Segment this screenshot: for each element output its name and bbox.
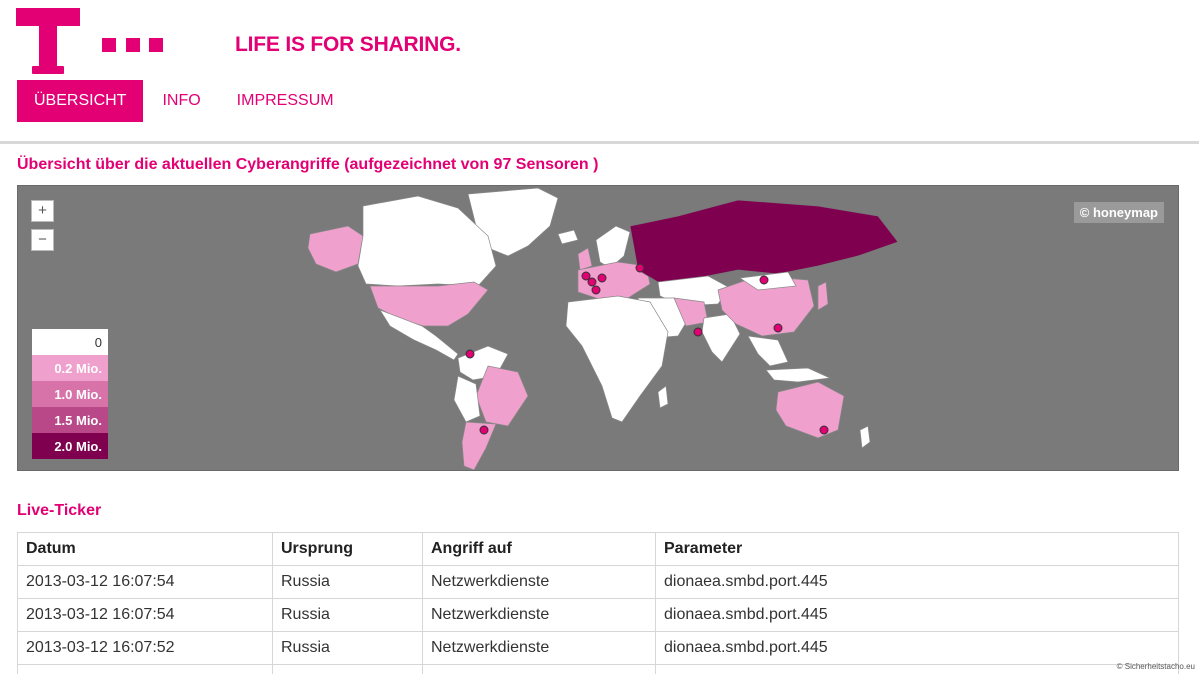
cell-ursprung: Russia <box>272 631 423 665</box>
sensor-marker <box>587 277 597 287</box>
legend-item: 0 <box>32 329 108 355</box>
column-header-parameter: Parameter <box>655 532 1179 566</box>
cell-ursprung: Russia <box>272 598 423 632</box>
logo-t-stem <box>39 8 57 74</box>
sensor-marker <box>635 263 645 273</box>
country-africa <box>565 295 669 423</box>
cell-datum: 2013-03-12 16:07:54 <box>17 598 273 632</box>
country-new-zealand <box>859 425 871 449</box>
country-iceland <box>557 229 579 245</box>
logo-dot-1 <box>102 38 116 52</box>
cell-empty <box>655 664 1179 674</box>
country-japan <box>817 281 829 311</box>
country-argentina <box>461 421 497 470</box>
legend-item: 1.5 Mio. <box>32 407 108 433</box>
sensor-marker <box>465 349 475 359</box>
country-scandinavia <box>595 225 631 269</box>
image-credit: © Sicherheitstacho.eu <box>1116 662 1195 671</box>
nav-item-uebersicht[interactable]: ÜBERSICHT <box>17 80 144 122</box>
column-header-ursprung: Ursprung <box>272 532 423 566</box>
cell-ursprung: Russia <box>272 565 423 599</box>
cell-empty <box>272 664 423 674</box>
table-row: 2013-03-12 16:07:54 Russia Netzwerkdiens… <box>17 565 1179 599</box>
column-header-datum: Datum <box>17 532 273 566</box>
logo-dot-3 <box>149 38 163 52</box>
column-header-angriff: Angriff auf <box>422 532 656 566</box>
sensor-marker <box>581 271 591 281</box>
country-alaska <box>307 225 364 273</box>
sensor-marker <box>759 275 769 285</box>
table-row <box>17 664 1179 674</box>
sensor-marker <box>597 273 607 283</box>
cell-empty <box>17 664 273 674</box>
sensor-marker <box>693 327 703 337</box>
telekom-logo[interactable] <box>16 8 166 74</box>
legend-item: 0.2 Mio. <box>32 355 108 381</box>
sensor-marker <box>479 425 489 435</box>
sensor-marker <box>773 323 783 333</box>
table-header-row: Datum Ursprung Angriff auf Parameter <box>17 532 1179 566</box>
map-section-title: Übersicht über die aktuellen Cyberangrif… <box>17 156 599 173</box>
legend-item: 2.0 Mio. <box>32 433 108 459</box>
cell-empty <box>422 664 656 674</box>
cell-datum: 2013-03-12 16:07:52 <box>17 631 273 665</box>
cell-parameter: dionaea.smbd.port.445 <box>655 631 1179 665</box>
country-se-asia <box>747 335 789 367</box>
country-peru <box>453 375 481 423</box>
world-map <box>307 187 899 470</box>
table-row: 2013-03-12 16:07:54 Russia Netzwerkdiens… <box>17 598 1179 632</box>
nav-item-info[interactable]: INFO <box>145 80 217 122</box>
cell-parameter: dionaea.smbd.port.445 <box>655 598 1179 632</box>
ticker-table: Datum Ursprung Angriff auf Parameter 201… <box>17 532 1179 674</box>
table-row: 2013-03-12 16:07:52 Russia Netzwerkdiens… <box>17 631 1179 665</box>
ticker-title: Live-Ticker <box>17 502 102 519</box>
country-australia <box>775 381 845 439</box>
brand-tagline: LIFE IS FOR SHARING. <box>235 33 461 56</box>
cell-angriff: Netzwerkdienste <box>422 565 656 599</box>
sensor-marker <box>591 285 601 295</box>
country-madagascar <box>657 385 669 409</box>
sensor-marker <box>819 425 829 435</box>
logo-t-foot <box>32 66 64 74</box>
honeymap-attribution[interactable]: © honeymap <box>1073 202 1164 223</box>
nav-item-impressum[interactable]: IMPRESSUM <box>220 80 351 122</box>
country-indonesia <box>765 367 832 383</box>
country-russia <box>629 199 899 283</box>
main-nav: ÜBERSICHT INFO IMPRESSUM <box>17 80 351 122</box>
map-legend: 0 0.2 Mio. 1.0 Mio. 1.5 Mio. 2.0 Mio. <box>32 329 108 459</box>
logo-dot-2 <box>126 38 140 52</box>
header-divider <box>0 141 1199 144</box>
zoom-in-button[interactable]: + <box>31 200 54 222</box>
cell-angriff: Netzwerkdienste <box>422 631 656 665</box>
attack-map[interactable]: + − © honeymap 0 0.2 Mio. 1.0 Mio. 1.5 M… <box>17 185 1179 471</box>
country-uk <box>577 247 593 271</box>
legend-item: 1.0 Mio. <box>32 381 108 407</box>
cell-angriff: Netzwerkdienste <box>422 598 656 632</box>
cell-parameter: dionaea.smbd.port.445 <box>655 565 1179 599</box>
zoom-out-button[interactable]: − <box>31 229 54 251</box>
cell-datum: 2013-03-12 16:07:54 <box>17 565 273 599</box>
